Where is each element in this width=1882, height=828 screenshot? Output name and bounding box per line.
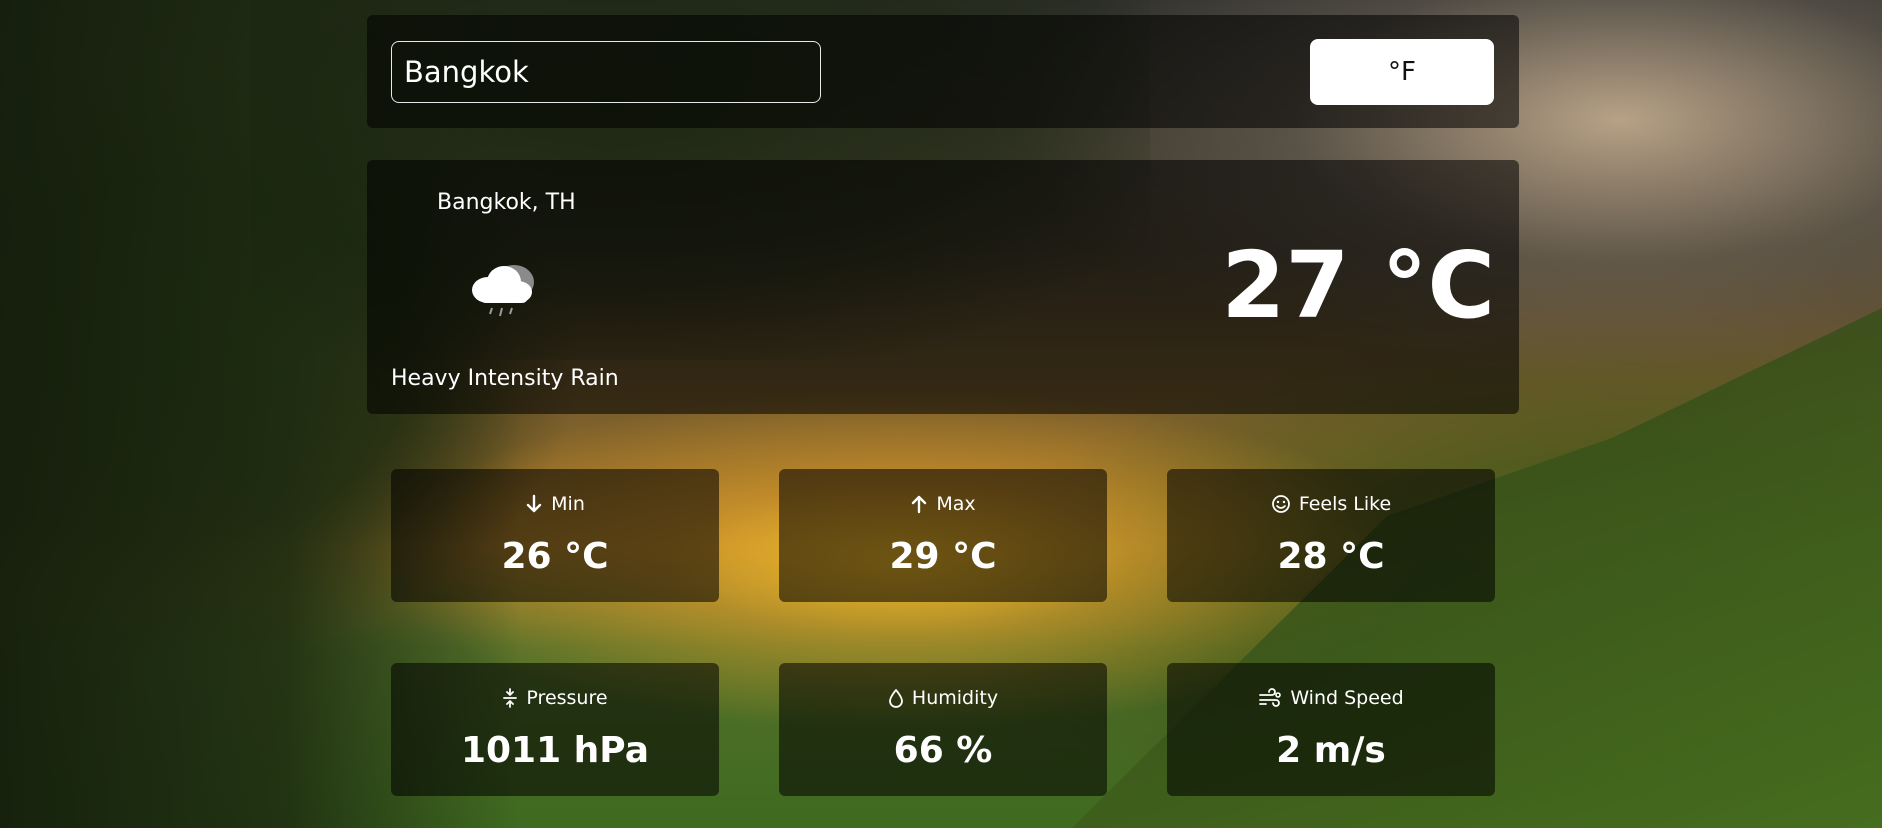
feels-like-card: Feels Like 28 °C [1167,469,1495,602]
current-temperature: 27 °C [1221,232,1495,339]
max-temp-card: Max 29 °C [779,469,1107,602]
arrow-down-icon [525,494,543,514]
top-bar: °F [367,15,1519,128]
current-weather-panel: Bangkok, TH Heavy Intensity Rain 27 °C [367,160,1519,414]
humidity-label: Humidity [911,687,999,709]
heavy-rain-cloud-icon [462,252,542,322]
wind-speed-card: Wind Speed 2 m/s [1167,663,1495,796]
max-temp-value: 29 °C [889,536,997,577]
humidity-value: 66 % [893,730,993,771]
min-temp-label: Min [551,493,585,515]
pressure-icon [502,688,518,708]
feels-like-label: Feels Like [1298,493,1392,515]
unit-toggle-button[interactable]: °F [1310,39,1494,105]
weather-description: Heavy Intensity Rain [391,366,619,391]
droplet-icon [888,688,904,708]
pressure-label: Pressure [526,687,608,709]
smiley-icon [1271,494,1291,514]
feels-like-value: 28 °C [1277,536,1385,577]
wind-speed-label: Wind Speed [1290,687,1404,709]
min-temp-card: Min 26 °C [391,469,719,602]
humidity-card: Humidity 66 % [779,663,1107,796]
wind-speed-value: 2 m/s [1276,730,1386,771]
location-label: Bangkok, TH [437,190,576,215]
max-temp-label: Max [936,493,976,515]
city-search-input[interactable] [391,41,821,103]
min-temp-value: 26 °C [501,536,609,577]
arrow-up-icon [910,494,928,514]
pressure-card: Pressure 1011 hPa [391,663,719,796]
pressure-value: 1011 hPa [460,730,650,771]
wind-icon [1258,688,1282,708]
